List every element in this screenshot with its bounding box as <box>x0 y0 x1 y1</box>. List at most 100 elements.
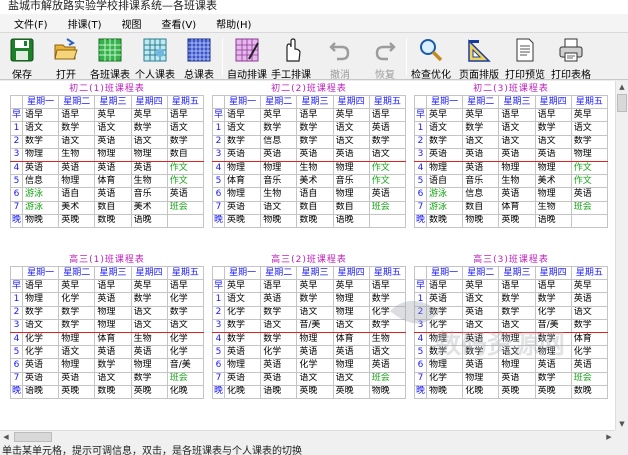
schedule-cell[interactable]: 语文 <box>462 318 500 333</box>
schedule-cell[interactable]: 英语 <box>462 305 500 320</box>
schedule-cell[interactable]: 物理 <box>223 187 262 202</box>
page-layout-button[interactable]: 页面排版 <box>459 35 499 81</box>
schedule-cell[interactable]: 语文 <box>570 305 609 320</box>
schedule-cell[interactable]: 游泳 <box>425 187 464 202</box>
schedule-cell[interactable]: 物理 <box>296 331 334 347</box>
schedule-cell[interactable]: 英早 <box>462 279 500 294</box>
undo-button[interactable]: 撤消 <box>326 35 354 81</box>
schedule-cell[interactable]: 物理 <box>534 345 572 360</box>
schedule-cell[interactable]: 班会 <box>166 371 205 386</box>
schedule-cell[interactable]: 英语 <box>296 345 334 360</box>
manual-schedule-button[interactable]: 手工排课 <box>271 35 311 81</box>
schedule-cell[interactable]: 化学 <box>296 358 334 373</box>
schedule-cell[interactable]: 美术 <box>534 174 572 189</box>
schedule-cell[interactable]: 数晚 <box>296 213 334 228</box>
schedule-cell[interactable]: 数学 <box>296 292 334 307</box>
schedule-cell[interactable]: 语早 <box>368 279 407 294</box>
schedule-cell[interactable]: 信息 <box>21 174 60 189</box>
schedule-cell[interactable]: 语文 <box>570 121 609 136</box>
schedule-cell[interactable]: 英早 <box>130 108 168 123</box>
schedule-cell[interactable]: 体育 <box>94 331 132 347</box>
schedule-cell[interactable]: 化晚 <box>223 384 262 399</box>
schedule-cell[interactable]: 物理 <box>332 358 370 373</box>
class-schedule-button[interactable]: 各班课表 <box>90 35 130 81</box>
schedule-cell[interactable]: 语晚 <box>21 384 60 399</box>
schedule-cell[interactable]: 物理 <box>570 147 609 162</box>
schedule-cell[interactable]: 英语 <box>21 160 60 176</box>
horizontal-scrollbar[interactable]: ◀ ▶ <box>0 430 615 443</box>
schedule-cell[interactable]: 生物 <box>130 174 168 189</box>
schedule-cell[interactable]: 数晚 <box>94 213 132 228</box>
schedule-cell[interactable]: 英语 <box>570 187 609 202</box>
schedule-cell[interactable]: 数自 <box>332 200 370 215</box>
schedule-cell[interactable]: 英语 <box>223 147 262 162</box>
schedule-cell[interactable]: 语文 <box>130 318 168 333</box>
schedule-cell[interactable]: 数学 <box>570 318 609 333</box>
schedule-cell[interactable]: 数晚 <box>425 213 464 228</box>
schedule-cell[interactable]: 作文 <box>368 160 407 176</box>
schedule-cell[interactable]: 数学 <box>296 134 334 149</box>
schedule-cell[interactable] <box>368 213 407 228</box>
menu-schedule[interactable]: 排课(T) <box>62 16 108 31</box>
schedule-cell[interactable]: 数学 <box>368 318 407 333</box>
schedule-cell[interactable]: 化学 <box>166 345 205 360</box>
horizontal-scroll-thumb[interactable] <box>14 432 52 442</box>
schedule-cell[interactable]: 数学 <box>570 134 609 149</box>
schedule-cell[interactable]: 英语 <box>130 160 168 176</box>
schedule-cell[interactable]: 语早 <box>498 108 536 123</box>
schedule-cell[interactable]: 英语 <box>94 292 132 307</box>
schedule-cell[interactable]: 英语 <box>462 331 500 347</box>
schedule-cell[interactable]: 英语 <box>94 345 132 360</box>
schedule-cell[interactable]: 班会 <box>570 371 609 386</box>
schedule-cell[interactable]: 数学 <box>534 371 572 386</box>
menu-look[interactable]: 查看(V) <box>155 16 202 31</box>
schedule-cell[interactable]: 英晚 <box>130 384 168 399</box>
schedule-cell[interactable]: 英语 <box>130 345 168 360</box>
schedule-cell[interactable]: 语文 <box>332 318 370 333</box>
schedule-cell[interactable]: 化学 <box>166 331 205 347</box>
schedule-cell[interactable]: 语文 <box>223 292 262 307</box>
schedule-cell[interactable]: 英语 <box>296 147 334 162</box>
schedule-cell[interactable]: 数学 <box>223 331 262 347</box>
schedule-cell[interactable]: 数学 <box>368 134 407 149</box>
schedule-cell[interactable]: 英语 <box>534 147 572 162</box>
schedule-cell[interactable]: 英语 <box>498 147 536 162</box>
schedule-cell[interactable]: 语文 <box>130 305 168 320</box>
schedule-cell[interactable]: 语文 <box>296 371 334 386</box>
schedule-cell[interactable]: 英晚 <box>58 213 96 228</box>
schedule-cell[interactable]: 语文 <box>166 318 205 333</box>
schedule-cell[interactable]: 生物 <box>498 174 536 189</box>
schedule-cell[interactable]: 数学 <box>260 305 298 320</box>
schedule-cell[interactable]: 美术 <box>296 174 334 189</box>
schedule-cell[interactable]: 英语 <box>58 371 96 386</box>
schedule-cell[interactable]: 信息 <box>260 134 298 149</box>
schedule-cell[interactable]: 美术 <box>58 200 96 215</box>
schedule-cell[interactable]: 物理 <box>498 331 536 347</box>
schedule-cell[interactable]: 英早 <box>130 279 168 294</box>
schedule-cell[interactable]: 语文 <box>260 318 298 333</box>
schedule-cell[interactable]: 物理 <box>130 358 168 373</box>
schedule-cell[interactable]: 物理 <box>21 147 60 162</box>
schedule-cell[interactable]: 英早 <box>94 108 132 123</box>
schedule-cell[interactable]: 英语 <box>570 292 609 307</box>
schedule-cell[interactable]: 作文 <box>166 174 205 189</box>
schedule-cell[interactable]: 数晚 <box>94 384 132 399</box>
schedule-cell[interactable]: 音/美 <box>296 318 334 333</box>
schedule-cell[interactable]: 生物 <box>58 147 96 162</box>
schedule-cell[interactable]: 班会 <box>570 200 609 215</box>
schedule-cell[interactable]: 语晚 <box>130 213 168 228</box>
print-button[interactable]: 打印表格 <box>551 35 591 81</box>
schedule-cell[interactable]: 数学 <box>130 371 168 386</box>
schedule-cell[interactable]: 物晚 <box>368 384 407 399</box>
schedule-cell[interactable] <box>166 213 205 228</box>
schedule-cell[interactable]: 语自 <box>58 187 96 202</box>
schedule-cell[interactable]: 语文 <box>332 371 370 386</box>
schedule-cell[interactable]: 数学 <box>21 305 60 320</box>
schedule-cell[interactable]: 游泳 <box>425 200 464 215</box>
schedule-cell[interactable]: 数学 <box>260 121 298 136</box>
schedule-cell[interactable]: 英晚 <box>498 384 536 399</box>
schedule-cell[interactable]: 化学 <box>425 371 464 386</box>
schedule-cell[interactable]: 英晚 <box>58 384 96 399</box>
schedule-cell[interactable]: 数学 <box>223 134 262 149</box>
schedule-cell[interactable]: 音乐 <box>130 187 168 202</box>
